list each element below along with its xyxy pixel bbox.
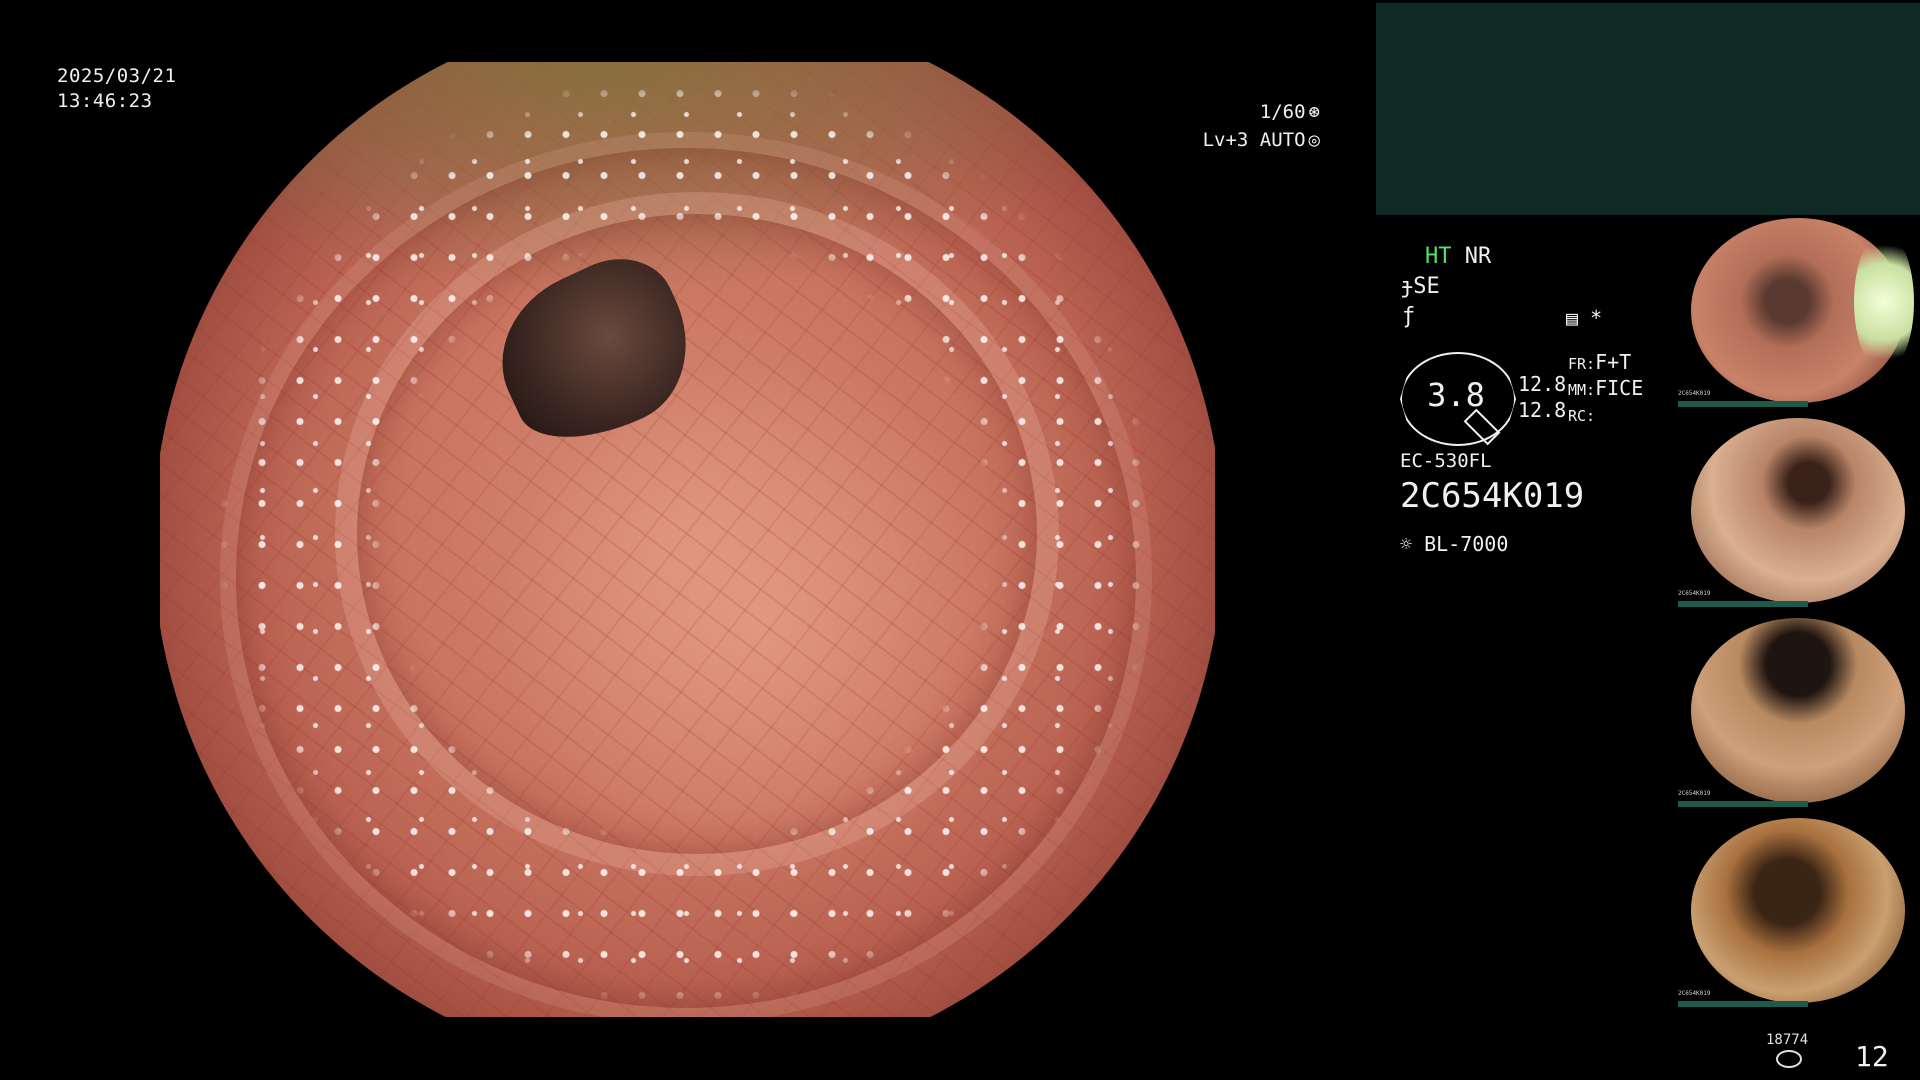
level-text: Lv+3 AUTO xyxy=(1202,129,1306,151)
thumbnail-image xyxy=(1691,818,1905,1003)
scope-serial: 2C654K019 xyxy=(1400,476,1585,516)
thumbnail[interactable]: 2C654K019 xyxy=(1672,818,1920,1013)
thumbnail[interactable]: 2C654K019 xyxy=(1672,418,1920,613)
thumbnail-caption: 2C654K019 xyxy=(1678,790,1711,797)
asterisk-mark: * xyxy=(1590,306,1603,330)
nr-label: NR xyxy=(1464,244,1492,269)
thumbnail-bar xyxy=(1678,801,1808,807)
thumbnail-caption: 2C654K019 xyxy=(1678,590,1711,597)
page-number: 12 xyxy=(1855,1040,1889,1073)
shutter-text: 1/60 xyxy=(1259,101,1306,123)
thumbnail-glare xyxy=(1854,232,1914,372)
light-source-icon: ☼ xyxy=(1400,532,1413,556)
exposure-info: 1/60 ⊛ Lv+3 AUTO ◎ xyxy=(1080,98,1320,154)
patient-info-panel xyxy=(1376,3,1920,215)
thumbnail-image xyxy=(1691,618,1905,803)
thumbnail[interactable]: 2C654K019 xyxy=(1672,618,1920,813)
memo-icon: ▤ xyxy=(1566,306,1579,330)
mm-value: FICE xyxy=(1595,376,1644,400)
scope-model: EC-530FL xyxy=(1400,450,1492,472)
disk-icon xyxy=(1776,1050,1802,1068)
light-source: BL-7000 xyxy=(1424,532,1509,556)
thumbnail[interactable]: 2C654K019 xyxy=(1672,218,1920,413)
value-2: 12.8 xyxy=(1518,398,1567,422)
mm-label: MM: xyxy=(1568,381,1596,399)
thumbnail-caption: 2C654K019 xyxy=(1678,390,1711,397)
value-1: 12.8 xyxy=(1518,372,1567,396)
fr-value: F+T xyxy=(1595,350,1632,374)
date-text: 2025/03/21 xyxy=(57,65,177,87)
ht-label: HT xyxy=(1425,244,1452,269)
freeze-icon: ƒ xyxy=(1402,304,1416,329)
time-text: 13:46:23 xyxy=(57,90,153,112)
thumbnail-image xyxy=(1691,418,1905,603)
rc-label: RC: xyxy=(1568,407,1596,425)
thumbnail-bar xyxy=(1678,1001,1808,1007)
image-count: 18774 xyxy=(1766,1032,1809,1048)
shutter-icon: ⊛ xyxy=(1308,101,1320,123)
specular-glare xyxy=(160,62,1215,1017)
gauge-value: 3.8 xyxy=(1427,376,1485,414)
structure-enhance-icon: ɟ xyxy=(1400,274,1414,299)
datetime: 2025/03/21 13:46:23 xyxy=(57,64,176,114)
auto-iris-icon: ◎ xyxy=(1308,129,1320,151)
se-label: SE xyxy=(1413,274,1440,299)
endoscope-main-view xyxy=(160,62,1215,1017)
thumbnail-bar xyxy=(1678,401,1808,407)
thumbnail-caption: 2C654K019 xyxy=(1678,990,1711,997)
thumbnail-bar xyxy=(1678,601,1808,607)
fr-label: FR: xyxy=(1568,355,1596,373)
